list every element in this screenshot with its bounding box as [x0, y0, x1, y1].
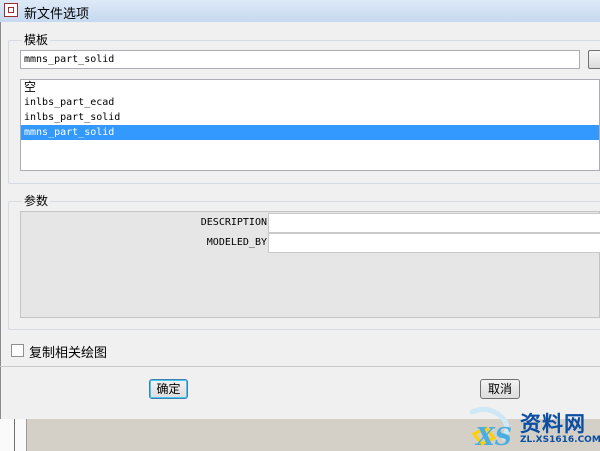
app-window-icon	[4, 3, 18, 17]
param-row-modeled-by: MODELED_BY	[21, 233, 600, 253]
template-group-label: 模板	[22, 31, 51, 48]
param-name-description: DESCRIPTION	[200, 217, 267, 228]
title-bar: 新文件选项	[0, 0, 600, 23]
param-value-description[interactable]	[268, 213, 600, 233]
window-title: 新文件选项	[24, 7, 90, 22]
template-list-item-empty[interactable]: 空	[21, 80, 599, 95]
browse-template-button[interactable]	[588, 50, 600, 69]
svg-text:XS: XS	[474, 422, 512, 451]
ok-button[interactable]: 确定	[149, 379, 188, 399]
param-value-modeled-by[interactable]	[268, 233, 600, 253]
button-divider	[0, 366, 600, 367]
watermark-logo-icon: XS	[469, 406, 512, 451]
params-table: DESCRIPTION MODELED_BY	[20, 211, 600, 318]
background-window-line	[14, 419, 15, 451]
param-row-description: DESCRIPTION	[21, 213, 600, 233]
param-name-modeled-by: MODELED_BY	[206, 237, 267, 248]
watermark-url: ZL.XS1616.COM	[520, 435, 600, 445]
template-list[interactable]: 空 inlbs_part_ecad inlbs_part_solid mmns_…	[20, 79, 600, 171]
template-list-item-inlbs-part-ecad[interactable]: inlbs_part_ecad	[21, 95, 599, 110]
watermark: XS 资料网 ZL.XS1616.COM	[468, 404, 600, 451]
params-group-label: 参数	[22, 192, 51, 209]
watermark-title: 资料网	[520, 412, 586, 436]
template-list-item-mmns-part-solid[interactable]: mmns_part_solid	[21, 125, 599, 140]
template-input[interactable]: mmns_part_solid	[20, 50, 580, 69]
cancel-button[interactable]: 取消	[480, 379, 520, 399]
copy-drawing-label[interactable]: 复制相关绘图	[29, 342, 107, 361]
template-list-item-inlbs-part-solid[interactable]: inlbs_part_solid	[21, 110, 599, 125]
copy-drawing-checkbox[interactable]	[11, 344, 24, 357]
